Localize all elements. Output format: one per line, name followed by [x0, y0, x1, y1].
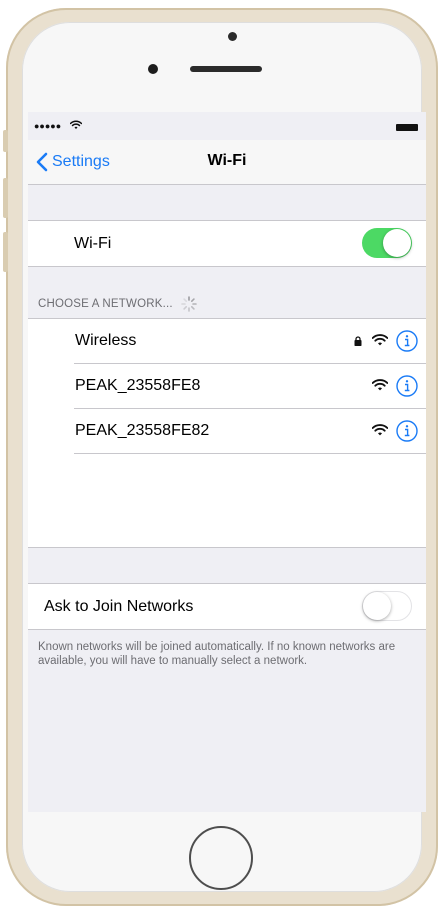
info-icon[interactable] [396, 375, 418, 397]
network-name: Wireless [75, 332, 137, 349]
wifi-strength-icon [372, 379, 388, 391]
battery-icon [396, 124, 418, 131]
wifi-strength-icon [372, 424, 388, 436]
navigation-bar: Settings Wi-Fi [28, 140, 426, 185]
network-list: Wireless PEAK_23558FE8 PEAK_23558FE82 [28, 318, 426, 548]
network-row-peak-23558fe82[interactable]: PEAK_23558FE82 [28, 409, 426, 454]
network-row-peak-23558fe8[interactable]: PEAK_23558FE8 [28, 364, 426, 409]
wifi-icon [69, 117, 83, 135]
info-icon[interactable] [396, 420, 418, 442]
page-title: Wi-Fi [207, 152, 247, 169]
ask-to-join-group: Ask to Join Networks [28, 583, 426, 630]
loading-spinner-icon [180, 296, 197, 312]
home-button[interactable] [189, 826, 253, 890]
lock-icon [354, 336, 362, 346]
side-button [3, 232, 8, 272]
network-name: PEAK_23558FE82 [75, 422, 210, 439]
wifi-toggle-label: Wi-Fi [74, 234, 112, 252]
front-camera [148, 64, 158, 74]
wifi-strength-icon [372, 334, 388, 346]
ask-to-join-row: Ask to Join Networks [28, 584, 426, 629]
side-button [3, 130, 8, 152]
networks-section-header: CHOOSE A NETWORK... [38, 296, 197, 312]
row-separator [74, 453, 426, 454]
wifi-toggle-group: Wi-Fi [28, 220, 426, 267]
side-button [3, 178, 8, 218]
toggle-knob [383, 229, 411, 257]
ask-to-join-label: Ask to Join Networks [44, 597, 194, 615]
info-icon[interactable] [396, 330, 418, 352]
signal-dots-icon: ●●●●● [34, 121, 62, 131]
ask-to-join-switch[interactable] [362, 591, 412, 621]
proximity-sensor [228, 32, 237, 41]
wifi-toggle-row: Wi-Fi [28, 221, 426, 266]
ask-to-join-footer: Known networks will be joined automatica… [38, 641, 396, 667]
screen: ●●●●● Settings Wi-Fi Wi-Fi CHOOSE A NETW… [28, 112, 426, 812]
wifi-toggle-switch[interactable] [362, 228, 412, 258]
toggle-knob [363, 592, 391, 620]
status-bar: ●●●●● [28, 112, 426, 140]
network-row-wireless[interactable]: Wireless [28, 319, 426, 364]
network-name: PEAK_23558FE8 [75, 377, 201, 394]
earpiece-speaker [190, 66, 262, 72]
section-header-label: CHOOSE A NETWORK... [38, 298, 173, 310]
